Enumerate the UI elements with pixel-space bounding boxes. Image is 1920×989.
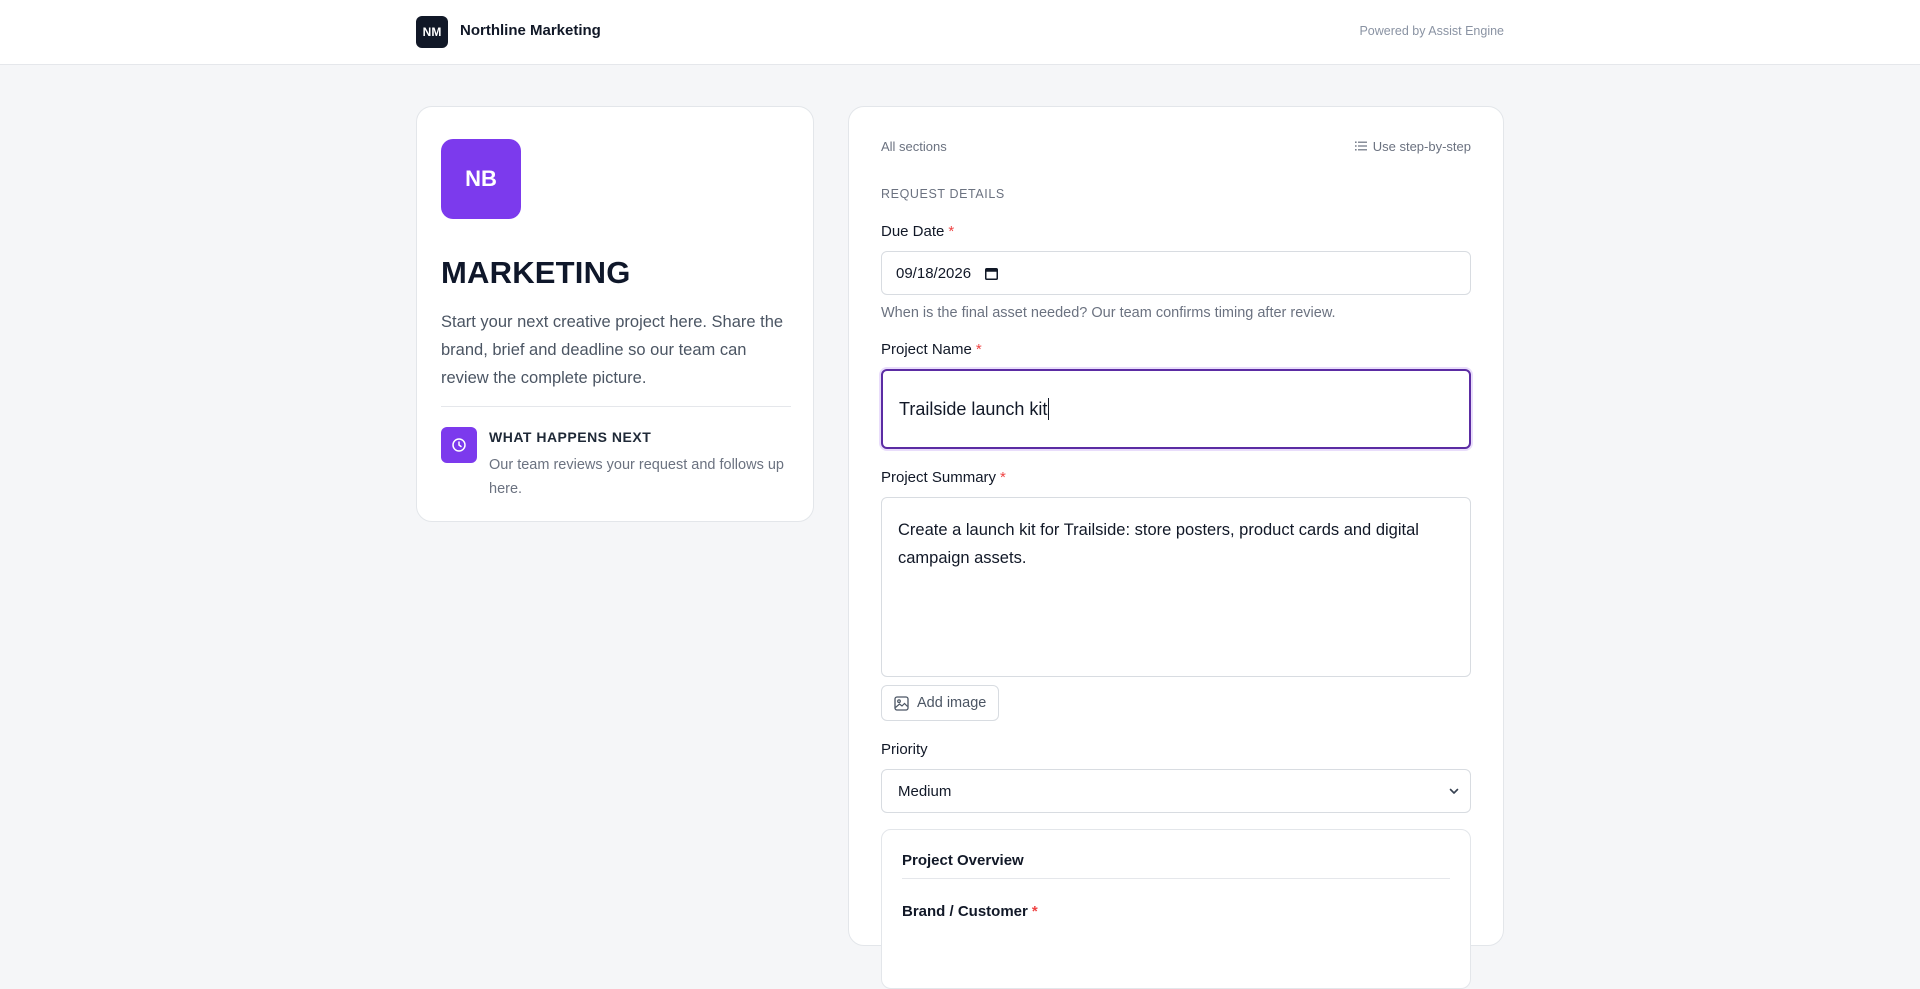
section-heading: REQUEST DETAILS bbox=[881, 187, 1005, 201]
project-name-label: Project Name * bbox=[881, 341, 982, 358]
divider bbox=[441, 406, 791, 407]
project-name-label-text: Project Name bbox=[881, 341, 972, 358]
project-summary-label-text: Project Summary bbox=[881, 469, 997, 486]
due-date-label: Due Date * bbox=[881, 223, 954, 240]
due-date-value: 09/18/2026 bbox=[896, 264, 972, 282]
what-happens-next-description: Our team reviews your request and follow… bbox=[489, 457, 784, 497]
what-happens-next-title: WHAT HAPPENS NEXT bbox=[489, 429, 652, 445]
department-avatar: NB bbox=[441, 139, 521, 219]
list-icon bbox=[1354, 139, 1367, 154]
brand-customer-label: Brand / Customer * bbox=[902, 903, 1038, 920]
priority-value: Medium bbox=[898, 782, 952, 800]
required-mark: * bbox=[1031, 903, 1038, 920]
department-description: Start your next creative project here. S… bbox=[441, 313, 784, 387]
project-overview-section: Project Overview Brand / Customer * bbox=[881, 829, 1471, 989]
brand-customer-label-text: Brand / Customer bbox=[902, 903, 1028, 920]
priority-select[interactable]: Medium bbox=[881, 769, 1471, 813]
use-step-by-step-button[interactable]: Use step-by-step bbox=[1354, 139, 1471, 154]
project-summary-label: Project Summary * bbox=[881, 469, 1006, 486]
divider bbox=[902, 878, 1450, 879]
project-name-input[interactable]: Trailside launch kit bbox=[881, 369, 1471, 449]
project-overview-title: Project Overview bbox=[902, 852, 1024, 869]
required-mark: * bbox=[975, 341, 982, 358]
calendar-icon[interactable] bbox=[985, 267, 999, 280]
due-date-input[interactable]: 09/18/2026 bbox=[881, 251, 1471, 295]
text-cursor bbox=[1048, 398, 1050, 420]
use-step-by-step-label: Use step-by-step bbox=[1372, 139, 1471, 154]
top-bar: NM Northline Marketing Powered by Assist… bbox=[0, 0, 1920, 65]
due-date-hint: When is the final asset needed? Our team… bbox=[881, 305, 1336, 321]
company-logo: NM bbox=[416, 16, 448, 48]
department-title: MARKETING bbox=[441, 255, 631, 290]
all-sections-label: All sections bbox=[881, 139, 947, 154]
priority-label: Priority bbox=[881, 741, 928, 758]
add-image-button[interactable]: Add image bbox=[881, 685, 1000, 721]
clock-icon bbox=[441, 427, 477, 463]
project-summary-textarea[interactable]: Create a launch kit for Trailside: store… bbox=[881, 497, 1471, 677]
powered-by-text: Powered by Assist Engine bbox=[1359, 24, 1504, 38]
required-mark: * bbox=[1000, 469, 1006, 486]
project-name-value: Trailside launch kit bbox=[899, 398, 1048, 419]
due-date-label-text: Due Date bbox=[881, 223, 945, 240]
required-mark: * bbox=[948, 223, 955, 240]
department-info-card: NB MARKETING Start your next creative pr… bbox=[416, 106, 814, 522]
chevron-down-icon bbox=[1448, 784, 1460, 801]
add-image-label: Add image bbox=[917, 695, 987, 711]
image-icon bbox=[894, 695, 909, 711]
company-name: Northline Marketing bbox=[460, 22, 601, 39]
request-form-card: All sections Use step-by-step REQUEST DE… bbox=[848, 106, 1504, 989]
